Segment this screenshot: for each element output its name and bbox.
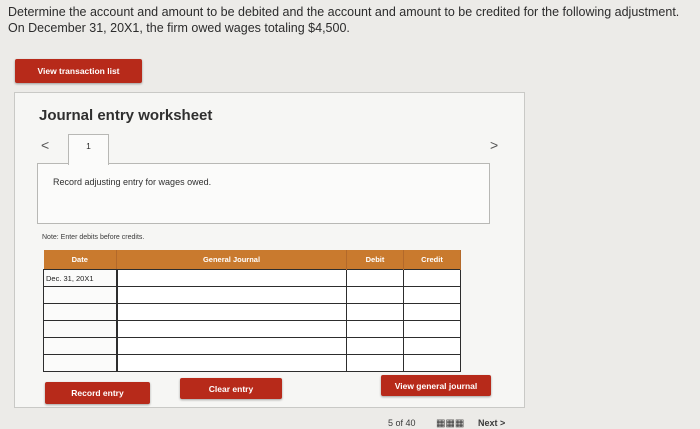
account-select[interactable] — [120, 339, 345, 354]
tab-1[interactable]: 1 — [68, 134, 109, 165]
account-cell[interactable] — [116, 269, 347, 287]
chevron-left-icon[interactable]: < — [41, 137, 49, 153]
credit-input[interactable] — [406, 339, 458, 354]
credit-input[interactable] — [406, 288, 458, 303]
page-indicator: 5 of 40 — [388, 418, 416, 428]
account-select[interactable] — [120, 322, 345, 337]
credit-input[interactable] — [406, 305, 458, 320]
debit-input[interactable] — [349, 356, 401, 371]
table-row: Dec. 31, 20X1 — [43, 269, 461, 287]
journal-header-row: Date General Journal Debit Credit — [43, 250, 461, 270]
credit-cell[interactable] — [403, 286, 461, 304]
debit-input[interactable] — [349, 288, 401, 303]
credit-cell[interactable] — [403, 303, 461, 321]
table-row — [43, 320, 461, 338]
credit-column-header: Credit — [403, 250, 461, 270]
debit-input[interactable] — [349, 339, 401, 354]
date-column-header: Date — [43, 250, 117, 270]
date-cell[interactable] — [43, 337, 118, 355]
credit-cell[interactable] — [403, 354, 461, 372]
record-entry-button[interactable]: Record entry — [45, 382, 150, 404]
account-select[interactable] — [120, 288, 345, 303]
journal-table: Date General Journal Debit Credit Dec. 3… — [43, 250, 461, 372]
journal-entry-worksheet: Journal entry worksheet < > 1 Record adj… — [14, 92, 525, 408]
credit-input[interactable] — [406, 356, 458, 371]
table-row — [43, 354, 461, 372]
account-cell[interactable] — [116, 303, 347, 321]
credit-cell[interactable] — [403, 269, 461, 287]
table-row — [43, 286, 461, 304]
view-transaction-list-button[interactable]: View transaction list — [15, 59, 142, 83]
question-text: Determine the account and amount to be d… — [8, 5, 680, 35]
clear-entry-button[interactable]: Clear entry — [180, 378, 282, 399]
account-select[interactable] — [120, 271, 345, 286]
grid-icon[interactable]: ▦▦▦ — [436, 418, 464, 429]
date-cell[interactable] — [43, 354, 118, 372]
account-cell[interactable] — [116, 286, 347, 304]
debit-cell[interactable] — [346, 269, 404, 287]
debit-input[interactable] — [349, 322, 401, 337]
account-cell[interactable] — [116, 354, 347, 372]
debit-cell[interactable] — [346, 286, 404, 304]
next-button[interactable]: Next > — [478, 418, 505, 428]
credit-input[interactable] — [406, 271, 458, 286]
view-general-journal-button[interactable]: View general journal — [381, 375, 491, 396]
debit-input[interactable] — [349, 305, 401, 320]
table-row — [43, 303, 461, 321]
debit-cell[interactable] — [346, 337, 404, 355]
note-text: Note: Enter debits before credits. — [42, 234, 145, 241]
credit-cell[interactable] — [403, 320, 461, 338]
debit-column-header: Debit — [346, 250, 404, 270]
table-row — [43, 337, 461, 355]
account-select[interactable] — [120, 305, 345, 320]
general-journal-column-header: General Journal — [116, 250, 347, 270]
date-cell[interactable] — [43, 303, 118, 321]
date-cell[interactable] — [43, 286, 118, 304]
debit-cell[interactable] — [346, 354, 404, 372]
account-select[interactable] — [120, 356, 345, 371]
chevron-right-icon[interactable]: > — [490, 137, 498, 153]
instruction-panel: Record adjusting entry for wages owed. — [37, 163, 490, 224]
instruction-text: Record adjusting entry for wages owed. — [53, 177, 212, 187]
debit-input[interactable] — [349, 271, 401, 286]
credit-input[interactable] — [406, 322, 458, 337]
date-cell[interactable] — [43, 320, 118, 338]
date-cell[interactable]: Dec. 31, 20X1 — [43, 269, 118, 287]
debit-cell[interactable] — [346, 320, 404, 338]
account-cell[interactable] — [116, 337, 347, 355]
account-cell[interactable] — [116, 320, 347, 338]
worksheet-title: Journal entry worksheet — [39, 107, 213, 124]
debit-cell[interactable] — [346, 303, 404, 321]
credit-cell[interactable] — [403, 337, 461, 355]
